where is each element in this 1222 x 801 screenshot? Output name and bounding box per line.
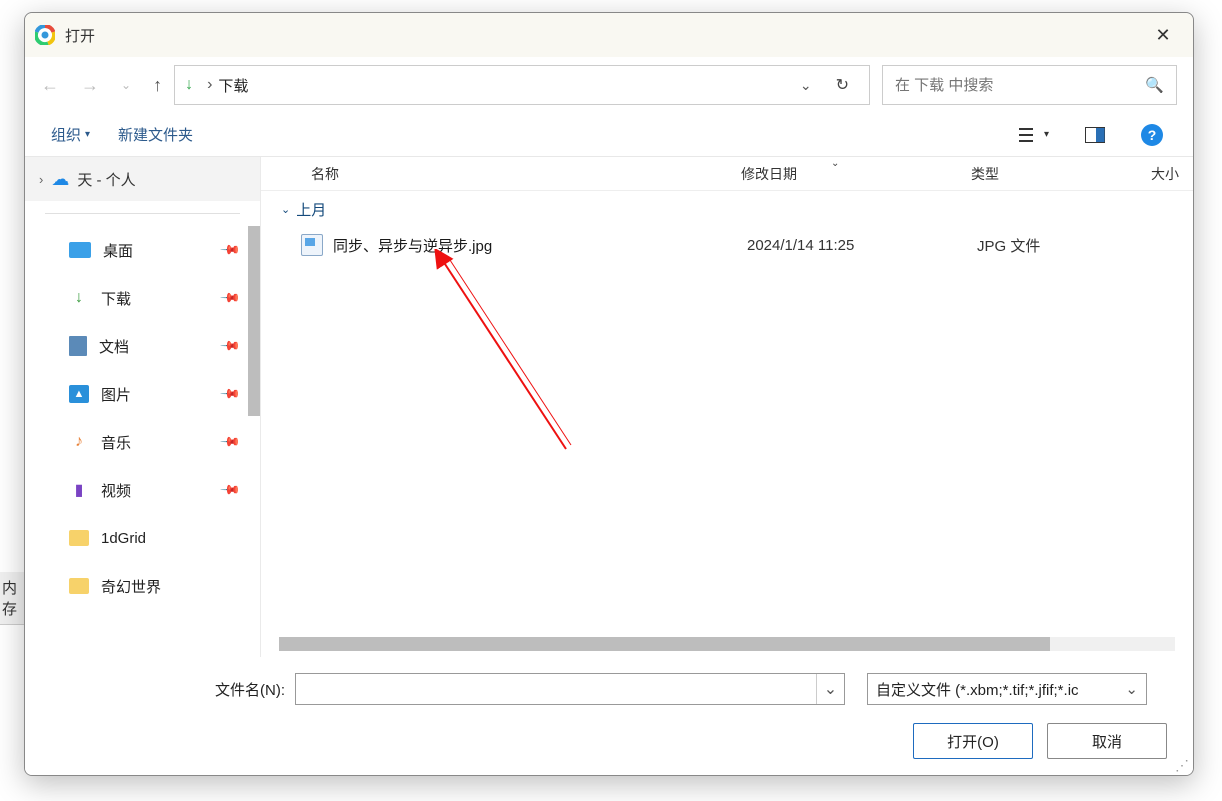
cancel-button[interactable]: 取消 <box>1047 723 1167 759</box>
address-dropdown-icon[interactable]: ⌄ <box>786 77 826 94</box>
help-icon[interactable]: ? <box>1137 120 1167 150</box>
open-button[interactable]: 打开(O) <box>913 723 1033 759</box>
download-icon: ↓ <box>185 76 193 94</box>
annotation-arrow <box>431 249 681 509</box>
filename-combo[interactable]: ⌄ <box>295 673 845 705</box>
sidebar-list: 桌面 📌 ↓ 下载 📌 文档 📌 ▲ 图片 📌 ♪ 音乐 📌 ▮ 视频 📌 1dGrid 奇幻世界 <box>25 226 260 657</box>
sidebar-item-label: 图片 <box>101 384 131 405</box>
filter-combo[interactable]: 自定义文件 (*.xbm;*.tif;*.jfif;*.ic ⌄ <box>867 673 1147 705</box>
sidebar-item-label: 下载 <box>101 288 131 309</box>
sidebar-item-label: 桌面 <box>103 240 133 261</box>
ico-doc-icon <box>69 336 87 356</box>
ico-download-icon: ↓ <box>69 288 89 308</box>
back-button[interactable]: ← <box>41 75 59 96</box>
breadcrumb-location[interactable]: 下载 <box>218 75 248 96</box>
sidebar-item[interactable]: 桌面 📌 <box>25 226 258 274</box>
file-date: 2024/1/14 11:25 <box>747 237 977 254</box>
title-bar: 打开 ✕ <box>25 13 1193 57</box>
close-button[interactable]: ✕ <box>1143 15 1183 55</box>
sidebar: › ☁ 天 - 个人 桌面 📌 ↓ 下载 📌 文档 📌 ▲ 图片 📌 ♪ 音乐 📌 ▮ 视频 📌 1dGrid 奇… <box>25 157 261 657</box>
forward-button[interactable]: → <box>81 75 99 96</box>
organize-menu[interactable]: 组织 ▾ <box>51 124 90 145</box>
filter-text: 自定义文件 (*.xbm;*.tif;*.jfif;*.ic <box>876 679 1079 700</box>
refresh-button[interactable]: ↻ <box>826 75 859 95</box>
footer: 文件名(N): ⌄ 自定义文件 (*.xbm;*.tif;*.jfif;*.ic… <box>25 657 1193 775</box>
sidebar-item[interactable]: ♪ 音乐 📌 <box>25 418 258 466</box>
sidebar-item-label: 奇幻世界 <box>101 576 161 597</box>
filename-input[interactable] <box>296 681 816 697</box>
new-folder-button[interactable]: 新建文件夹 <box>118 124 193 145</box>
sort-indicator-icon: ⌄ <box>831 158 839 169</box>
dialog-title: 打开 <box>65 25 1143 46</box>
filter-dropdown-icon[interactable]: ⌄ <box>1125 680 1138 698</box>
search-box[interactable]: 🔍 <box>882 65 1177 105</box>
sidebar-item[interactable]: ▮ 视频 📌 <box>25 466 258 514</box>
filename-label: 文件名(N): <box>215 679 285 700</box>
sidebar-item[interactable]: 奇幻世界 <box>25 562 258 610</box>
sidebar-item[interactable]: 1dGrid <box>25 514 258 562</box>
nav-arrows: ← → ⌄ ↑ <box>41 75 162 96</box>
file-row[interactable]: 同步、异步与逆异步.jpg2024/1/14 11:25JPG 文件 <box>261 228 1193 262</box>
column-name[interactable]: 名称 <box>311 164 741 184</box>
up-button[interactable]: ↑ <box>153 75 162 96</box>
search-input[interactable] <box>895 77 1145 94</box>
sidebar-divider <box>45 213 240 214</box>
preview-pane-icon[interactable] <box>1081 123 1109 147</box>
column-date[interactable]: 修改日期⌄ <box>741 164 971 184</box>
pin-icon: 📌 <box>219 431 242 454</box>
ico-pic-icon: ▲ <box>69 385 89 403</box>
file-name: 同步、异步与逆异步.jpg <box>333 235 747 256</box>
sidebar-item[interactable]: 文档 📌 <box>25 322 258 370</box>
ico-music-icon: ♪ <box>69 432 89 452</box>
open-file-dialog: 打开 ✕ ← → ⌄ ↑ ↓ › 下载 ⌄ ↻ 🔍 组织 ▾ 新建文件夹 ▾ ? <box>24 12 1194 776</box>
navigation-row: ← → ⌄ ↑ ↓ › 下载 ⌄ ↻ 🔍 <box>25 57 1193 113</box>
recent-dropdown-icon[interactable]: ⌄ <box>121 78 131 92</box>
app-icon <box>35 25 55 45</box>
sidebar-top-label: 天 - 个人 <box>77 169 135 190</box>
sidebar-item-label: 1dGrid <box>101 530 146 547</box>
pin-icon: 📌 <box>219 383 242 406</box>
search-icon[interactable]: 🔍 <box>1145 76 1164 94</box>
file-list-area: 名称 修改日期⌄ 类型 大小 ⌄ 上月 同步、异步与逆异步.jpg2024/1/… <box>261 157 1193 657</box>
horizontal-scrollbar[interactable] <box>279 637 1175 651</box>
group-label: 上月 <box>296 199 326 220</box>
address-bar[interactable]: ↓ › 下载 ⌄ ↻ <box>174 65 870 105</box>
cloud-icon: ☁ <box>51 169 69 190</box>
filename-dropdown-icon[interactable]: ⌄ <box>816 674 844 704</box>
pin-icon: 📌 <box>219 287 242 310</box>
file-type: JPG 文件 <box>977 235 1157 256</box>
pin-icon: 📌 <box>219 239 242 262</box>
ico-folder-icon <box>69 530 89 546</box>
pin-icon: 📌 <box>219 479 242 502</box>
ico-desktop-icon <box>69 242 91 258</box>
column-type[interactable]: 类型 <box>971 164 1151 184</box>
toolbar: 组织 ▾ 新建文件夹 ▾ ? <box>25 113 1193 157</box>
sidebar-item-label: 文档 <box>99 336 129 357</box>
sidebar-item[interactable]: ▲ 图片 📌 <box>25 370 258 418</box>
pin-icon: 📌 <box>219 335 242 358</box>
group-header[interactable]: ⌄ 上月 <box>261 191 1193 228</box>
sidebar-item-label: 视频 <box>101 480 131 501</box>
sidebar-scrollbar[interactable] <box>248 226 260 416</box>
view-menu-icon[interactable]: ▾ <box>1014 123 1053 147</box>
file-body[interactable]: ⌄ 上月 同步、异步与逆异步.jpg2024/1/14 11:25JPG 文件 <box>261 191 1193 637</box>
breadcrumb-separator-icon: › <box>207 76 212 94</box>
chevron-down-icon: ⌄ <box>281 203 290 216</box>
ico-folder-icon <box>69 578 89 594</box>
body-area: › ☁ 天 - 个人 桌面 📌 ↓ 下载 📌 文档 📌 ▲ 图片 📌 ♪ 音乐 📌 ▮ 视频 📌 1dGrid 奇… <box>25 157 1193 657</box>
sidebar-item-label: 音乐 <box>101 432 131 453</box>
image-file-icon <box>301 234 323 256</box>
ico-video-icon: ▮ <box>69 480 89 500</box>
sidebar-item[interactable]: ↓ 下载 📌 <box>25 274 258 322</box>
chevron-right-icon: › <box>39 172 43 187</box>
filename-row: 文件名(N): ⌄ 自定义文件 (*.xbm;*.tif;*.jfif;*.ic… <box>25 673 1173 705</box>
button-row: 打开(O) 取消 <box>25 723 1173 759</box>
column-size[interactable]: 大小 <box>1151 164 1193 184</box>
sidebar-item-onedrive[interactable]: › ☁ 天 - 个人 <box>25 157 260 201</box>
column-headers: 名称 修改日期⌄ 类型 大小 <box>261 157 1193 191</box>
